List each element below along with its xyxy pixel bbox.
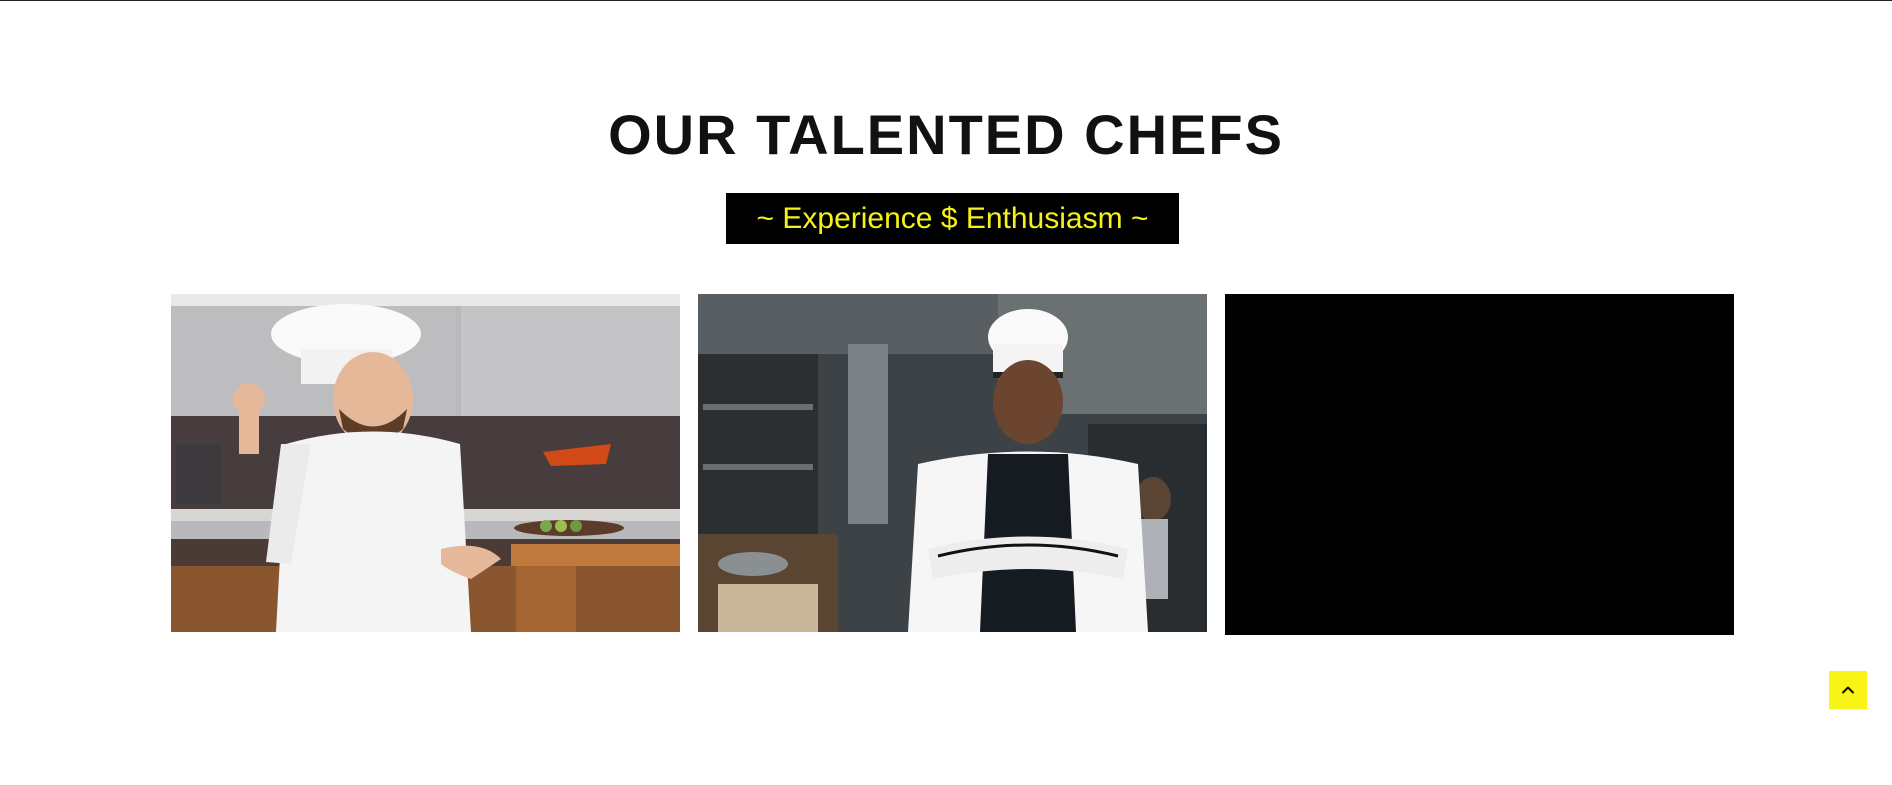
- scroll-to-top-button[interactable]: [1829, 671, 1867, 709]
- chef-photo-2: [698, 294, 1207, 632]
- chef-photo-3-placeholder: [1225, 294, 1734, 635]
- chef-card-2: [698, 294, 1207, 632]
- section-title: OUR TALENTED CHEFS: [608, 103, 1284, 166]
- chevron-up-icon: [1842, 686, 1854, 694]
- chef-card-1: [171, 294, 680, 632]
- chefs-section: OUR TALENTED CHEFS ~ Experience $ Enthus…: [0, 0, 1892, 785]
- chef-photo-1: [171, 294, 680, 632]
- chef-card-3: [1225, 294, 1734, 635]
- section-tagline: ~ Experience $ Enthusiasm ~: [726, 193, 1179, 244]
